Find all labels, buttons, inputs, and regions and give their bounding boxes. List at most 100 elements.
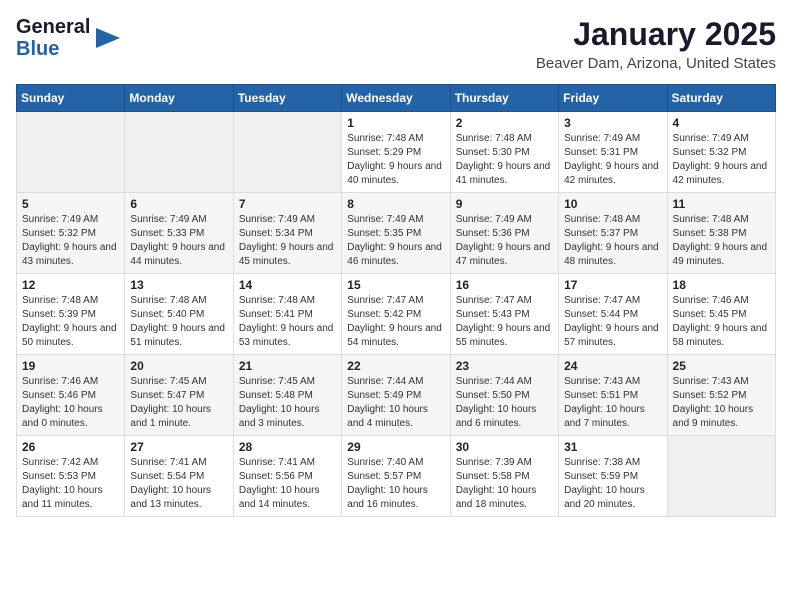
calendar-table: SundayMondayTuesdayWednesdayThursdayFrid… <box>16 84 776 517</box>
day-number: 12 <box>22 278 119 292</box>
day-number: 8 <box>347 197 444 211</box>
day-info: Sunrise: 7:49 AMSunset: 5:36 PMDaylight:… <box>456 213 553 269</box>
day-info: Sunrise: 7:48 AMSunset: 5:38 PMDaylight:… <box>673 213 770 269</box>
day-number: 11 <box>673 197 770 211</box>
calendar-cell: 8 Sunrise: 7:49 AMSunset: 5:35 PMDaylight… <box>342 193 450 274</box>
calendar-cell: 24 Sunrise: 7:43 AMSunset: 5:51 PMDayligh… <box>559 355 667 436</box>
day-info: Sunrise: 7:46 AMSunset: 5:45 PMDaylight:… <box>673 294 770 350</box>
calendar-cell: 22Sunrise: 7:44 AMSunset: 5:49 PMDayligh… <box>342 355 450 436</box>
calendar-cell: 7 Sunrise: 7:49 AMSunset: 5:34 PMDaylight… <box>233 193 341 274</box>
day-info: Sunrise: 7:47 AMSunset: 5:42 PMDaylight:… <box>347 294 444 350</box>
day-info: Sunrise: 7:47 AMSunset: 5:43 PMDaylight:… <box>456 294 553 350</box>
calendar-cell: 19 Sunrise: 7:46 AMSunset: 5:46 PMDayligh… <box>17 355 125 436</box>
calendar-cell <box>125 112 233 193</box>
day-number: 26 <box>22 440 119 454</box>
day-number: 20 <box>130 359 227 373</box>
calendar-week-row: 1 Sunrise: 7:48 AMSunset: 5:29 PMDaylight… <box>17 112 776 193</box>
calendar-cell <box>17 112 125 193</box>
day-info: Sunrise: 7:39 AMSunset: 5:58 PMDaylight:… <box>456 456 553 512</box>
day-number: 27 <box>130 440 227 454</box>
calendar-cell: 6Sunrise: 7:49 AMSunset: 5:33 PMDaylight… <box>125 193 233 274</box>
day-number: 15 <box>347 278 444 292</box>
day-number: 21 <box>239 359 336 373</box>
day-info: Sunrise: 7:48 AMSunset: 5:40 PMDaylight:… <box>130 294 227 350</box>
day-number: 22 <box>347 359 444 373</box>
month-title: January 2025 <box>536 16 776 53</box>
calendar-week-row: 19 Sunrise: 7:46 AMSunset: 5:46 PMDayligh… <box>17 355 776 436</box>
location-subtitle: Beaver Dam, Arizona, United States <box>536 55 776 72</box>
day-info: Sunrise: 7:45 AMSunset: 5:47 PMDaylight:… <box>130 375 227 431</box>
day-info: Sunrise: 7:49 AMSunset: 5:32 PMDaylight:… <box>22 213 119 269</box>
calendar-cell: 26 Sunrise: 7:42 AMSunset: 5:53 PMDayligh… <box>17 436 125 517</box>
day-info: Sunrise: 7:48 AMSunset: 5:30 PMDaylight:… <box>456 132 553 188</box>
day-info: Sunrise: 7:42 AMSunset: 5:53 PMDaylight:… <box>22 456 119 512</box>
day-info: Sunrise: 7:47 AMSunset: 5:44 PMDaylight:… <box>564 294 661 350</box>
calendar-cell: 11 Sunrise: 7:48 AMSunset: 5:38 PMDayligh… <box>667 193 775 274</box>
weekday-header: Friday <box>559 85 667 112</box>
calendar-cell: 9 Sunrise: 7:49 AMSunset: 5:36 PMDaylight… <box>450 193 558 274</box>
day-info: Sunrise: 7:45 AMSunset: 5:48 PMDaylight:… <box>239 375 336 431</box>
day-info: Sunrise: 7:38 AMSunset: 5:59 PMDaylight:… <box>564 456 661 512</box>
weekday-header: Sunday <box>17 85 125 112</box>
logo: GeneralBlue <box>16 16 124 60</box>
day-number: 1 <box>347 116 444 130</box>
calendar-cell: 16Sunrise: 7:47 AMSunset: 5:43 PMDayligh… <box>450 274 558 355</box>
calendar-cell: 25 Sunrise: 7:43 AMSunset: 5:52 PMDayligh… <box>667 355 775 436</box>
calendar-cell: 13 Sunrise: 7:48 AMSunset: 5:40 PMDayligh… <box>125 274 233 355</box>
day-number: 7 <box>239 197 336 211</box>
day-number: 9 <box>456 197 553 211</box>
calendar-cell: 28 Sunrise: 7:41 AMSunset: 5:56 PMDayligh… <box>233 436 341 517</box>
day-number: 31 <box>564 440 661 454</box>
calendar-week-row: 12 Sunrise: 7:48 AMSunset: 5:39 PMDayligh… <box>17 274 776 355</box>
calendar-cell: 29Sunrise: 7:40 AMSunset: 5:57 PMDayligh… <box>342 436 450 517</box>
day-info: Sunrise: 7:48 AMSunset: 5:39 PMDaylight:… <box>22 294 119 350</box>
day-number: 13 <box>130 278 227 292</box>
day-info: Sunrise: 7:48 AMSunset: 5:29 PMDaylight:… <box>347 132 444 188</box>
day-number: 24 <box>564 359 661 373</box>
logo-icon <box>94 24 124 52</box>
day-info: Sunrise: 7:48 AMSunset: 5:41 PMDaylight:… <box>239 294 336 350</box>
calendar-cell: 23 Sunrise: 7:44 AMSunset: 5:50 PMDayligh… <box>450 355 558 436</box>
day-info: Sunrise: 7:49 AMSunset: 5:35 PMDaylight:… <box>347 213 444 269</box>
day-number: 5 <box>22 197 119 211</box>
day-number: 23 <box>456 359 553 373</box>
day-number: 28 <box>239 440 336 454</box>
calendar-cell: 18 Sunrise: 7:46 AMSunset: 5:45 PMDayligh… <box>667 274 775 355</box>
calendar-cell: 27Sunrise: 7:41 AMSunset: 5:54 PMDayligh… <box>125 436 233 517</box>
day-number: 19 <box>22 359 119 373</box>
title-block: January 2025 Beaver Dam, Arizona, United… <box>536 16 776 72</box>
calendar-cell: 1 Sunrise: 7:48 AMSunset: 5:29 PMDaylight… <box>342 112 450 193</box>
day-info: Sunrise: 7:44 AMSunset: 5:50 PMDaylight:… <box>456 375 553 431</box>
weekday-header: Tuesday <box>233 85 341 112</box>
day-number: 25 <box>673 359 770 373</box>
calendar-cell: 12 Sunrise: 7:48 AMSunset: 5:39 PMDayligh… <box>17 274 125 355</box>
day-info: Sunrise: 7:49 AMSunset: 5:32 PMDaylight:… <box>673 132 770 188</box>
calendar-cell <box>667 436 775 517</box>
logo-text: GeneralBlue <box>16 16 90 60</box>
day-number: 18 <box>673 278 770 292</box>
calendar-week-row: 26 Sunrise: 7:42 AMSunset: 5:53 PMDayligh… <box>17 436 776 517</box>
weekday-header: Thursday <box>450 85 558 112</box>
day-info: Sunrise: 7:46 AMSunset: 5:46 PMDaylight:… <box>22 375 119 431</box>
day-number: 2 <box>456 116 553 130</box>
calendar-cell: 4Sunrise: 7:49 AMSunset: 5:32 PMDaylight… <box>667 112 775 193</box>
calendar-cell: 3 Sunrise: 7:49 AMSunset: 5:31 PMDaylight… <box>559 112 667 193</box>
day-number: 10 <box>564 197 661 211</box>
weekday-header-row: SundayMondayTuesdayWednesdayThursdayFrid… <box>17 85 776 112</box>
day-info: Sunrise: 7:43 AMSunset: 5:52 PMDaylight:… <box>673 375 770 431</box>
day-number: 3 <box>564 116 661 130</box>
weekday-header: Wednesday <box>342 85 450 112</box>
day-info: Sunrise: 7:49 AMSunset: 5:34 PMDaylight:… <box>239 213 336 269</box>
calendar-cell: 21 Sunrise: 7:45 AMSunset: 5:48 PMDayligh… <box>233 355 341 436</box>
day-info: Sunrise: 7:49 AMSunset: 5:31 PMDaylight:… <box>564 132 661 188</box>
weekday-header: Saturday <box>667 85 775 112</box>
weekday-header: Monday <box>125 85 233 112</box>
calendar-cell: 15 Sunrise: 7:47 AMSunset: 5:42 PMDayligh… <box>342 274 450 355</box>
day-info: Sunrise: 7:43 AMSunset: 5:51 PMDaylight:… <box>564 375 661 431</box>
calendar-cell: 31 Sunrise: 7:38 AMSunset: 5:59 PMDayligh… <box>559 436 667 517</box>
day-number: 14 <box>239 278 336 292</box>
day-info: Sunrise: 7:41 AMSunset: 5:56 PMDaylight:… <box>239 456 336 512</box>
calendar-cell: 14 Sunrise: 7:48 AMSunset: 5:41 PMDayligh… <box>233 274 341 355</box>
calendar-cell: 30Sunrise: 7:39 AMSunset: 5:58 PMDayligh… <box>450 436 558 517</box>
calendar-week-row: 5 Sunrise: 7:49 AMSunset: 5:32 PMDaylight… <box>17 193 776 274</box>
